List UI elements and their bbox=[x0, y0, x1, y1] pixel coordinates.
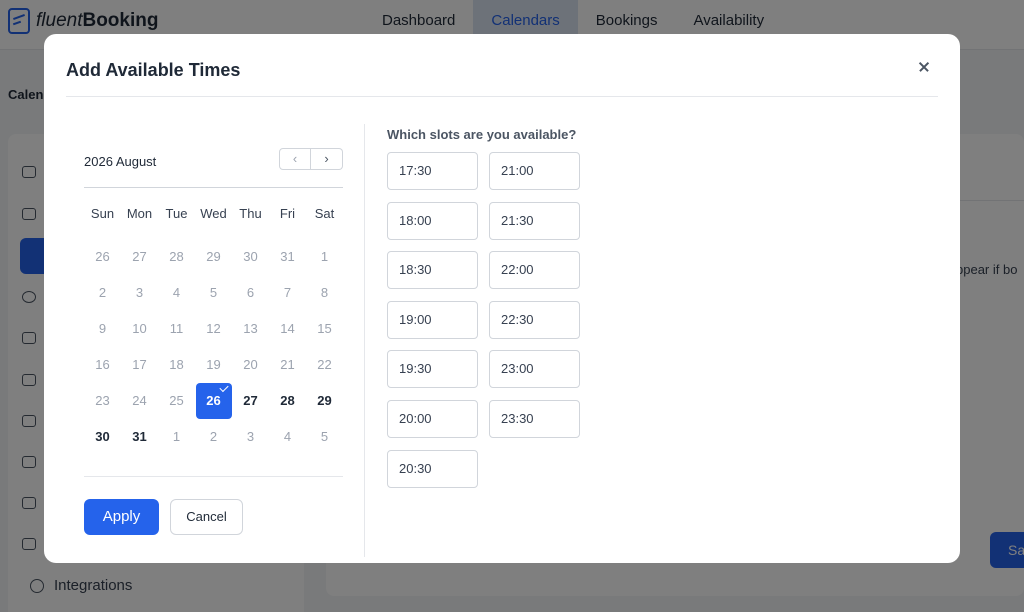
calendar-day: 4 bbox=[172, 285, 181, 300]
weekday-label: Tue bbox=[165, 206, 188, 221]
cancel-button[interactable]: Cancel bbox=[170, 499, 243, 535]
calendar-day: 4 bbox=[283, 429, 292, 444]
weekday-label: Fri bbox=[279, 206, 296, 221]
calendar-day: 31 bbox=[280, 249, 295, 264]
calendar-rule bbox=[84, 187, 343, 188]
calendar-bottom-rule bbox=[84, 476, 343, 477]
calendar-nav: ‹ › bbox=[279, 148, 343, 170]
weekday-label: Sat bbox=[314, 206, 335, 221]
time-slot-button[interactable]: 21:00 bbox=[489, 152, 580, 190]
weekday-label: Wed bbox=[200, 206, 227, 221]
calendar-day[interactable]: 31 bbox=[121, 419, 158, 455]
calendar-day: 19 bbox=[206, 357, 221, 372]
calendar-day-selected[interactable]: 26 bbox=[195, 382, 232, 419]
slots-title: Which slots are you available? bbox=[387, 127, 577, 142]
calendar-day: 8 bbox=[320, 285, 329, 300]
close-icon[interactable] bbox=[916, 58, 934, 76]
calendar-day: 3 bbox=[135, 285, 144, 300]
calendar-day: 17 bbox=[132, 357, 147, 372]
calendar-day: 9 bbox=[98, 321, 107, 336]
calendar-day: 24 bbox=[132, 393, 147, 408]
time-slot-button[interactable]: 20:00 bbox=[387, 400, 478, 438]
calendar-day[interactable]: 30 bbox=[84, 419, 121, 455]
date-picker: 2026 August ‹ › Sun Mon Tue Wed Thu Fri Sat 26 2… bbox=[84, 147, 343, 444]
add-available-times-modal: Add Available Times 2026 August ‹ › Sun M… bbox=[44, 34, 960, 563]
calendar-header: 2026 August ‹ › bbox=[84, 147, 343, 177]
weekday-label: Sun bbox=[90, 206, 115, 221]
calendar-day: 12 bbox=[206, 321, 221, 336]
calendar-day: 14 bbox=[280, 321, 295, 336]
weekday-label: Thu bbox=[239, 206, 262, 221]
calendar-day: 7 bbox=[283, 285, 292, 300]
weekday-label: Mon bbox=[126, 206, 153, 221]
calendar-day: 30 bbox=[243, 249, 258, 264]
calendar-day: 1 bbox=[320, 249, 329, 264]
calendar-day: 13 bbox=[243, 321, 258, 336]
calendar-day: 27 bbox=[132, 249, 147, 264]
time-slot-button[interactable]: 18:00 bbox=[387, 201, 478, 240]
chevron-left-icon[interactable]: ‹ bbox=[279, 148, 311, 170]
time-slot-button[interactable]: 18:30 bbox=[387, 251, 478, 290]
calendar-day-number: 26 bbox=[206, 393, 221, 408]
time-slot-button[interactable]: 21:30 bbox=[489, 201, 580, 240]
calendar-day: 25 bbox=[169, 393, 184, 408]
calendar-day: 18 bbox=[169, 357, 184, 372]
calendar-day[interactable]: 29 bbox=[306, 383, 343, 419]
calendar-day: 2 bbox=[209, 429, 218, 444]
calendar-day: 22 bbox=[317, 357, 332, 372]
calendar-day: 21 bbox=[280, 357, 295, 372]
modal-title: Add Available Times bbox=[66, 60, 241, 80]
calendar-day: 28 bbox=[169, 249, 184, 264]
calendar-day: 23 bbox=[95, 393, 110, 408]
calendar-day: 10 bbox=[132, 321, 147, 336]
calendar-day: 6 bbox=[246, 285, 255, 300]
time-slot-button[interactable]: 19:00 bbox=[387, 300, 478, 339]
calendar-day: 11 bbox=[169, 321, 184, 336]
modal-divider bbox=[66, 96, 938, 97]
apply-button[interactable]: Apply bbox=[84, 499, 159, 535]
time-slot-button[interactable]: 19:30 bbox=[387, 350, 478, 389]
calendar-day: 26 bbox=[95, 249, 110, 264]
calendar-day: 29 bbox=[206, 249, 221, 264]
calendar-day: 1 bbox=[172, 429, 181, 444]
calendar-day: 15 bbox=[317, 321, 332, 336]
calendar-day: 2 bbox=[98, 285, 107, 300]
time-slot-button[interactable]: 20:30 bbox=[387, 449, 478, 488]
time-slot-button[interactable]: 23:00 bbox=[489, 350, 580, 389]
time-slot-button[interactable]: 17:30 bbox=[387, 152, 478, 190]
time-slot-button[interactable]: 22:30 bbox=[489, 300, 580, 339]
chevron-right-icon[interactable]: › bbox=[311, 148, 343, 170]
calendar-day: 3 bbox=[246, 429, 255, 444]
calendar-day: 16 bbox=[95, 357, 110, 372]
calendar-day: 5 bbox=[320, 429, 329, 444]
column-divider bbox=[364, 124, 365, 557]
calendar-grid: Sun Mon Tue Wed Thu Fri Sat 26 27 28 29 30 31 1 2 3 4 5 6 7… bbox=[84, 189, 343, 455]
time-slot-button[interactable]: 23:30 bbox=[489, 400, 580, 438]
time-slot-button[interactable]: 22:00 bbox=[489, 251, 580, 290]
calendar-day[interactable]: 27 bbox=[232, 383, 269, 419]
calendar-day[interactable]: 28 bbox=[269, 383, 306, 419]
calendar-day: 20 bbox=[243, 357, 258, 372]
calendar-day: 5 bbox=[209, 285, 218, 300]
calendar-month-label: 2026 August bbox=[84, 154, 157, 169]
